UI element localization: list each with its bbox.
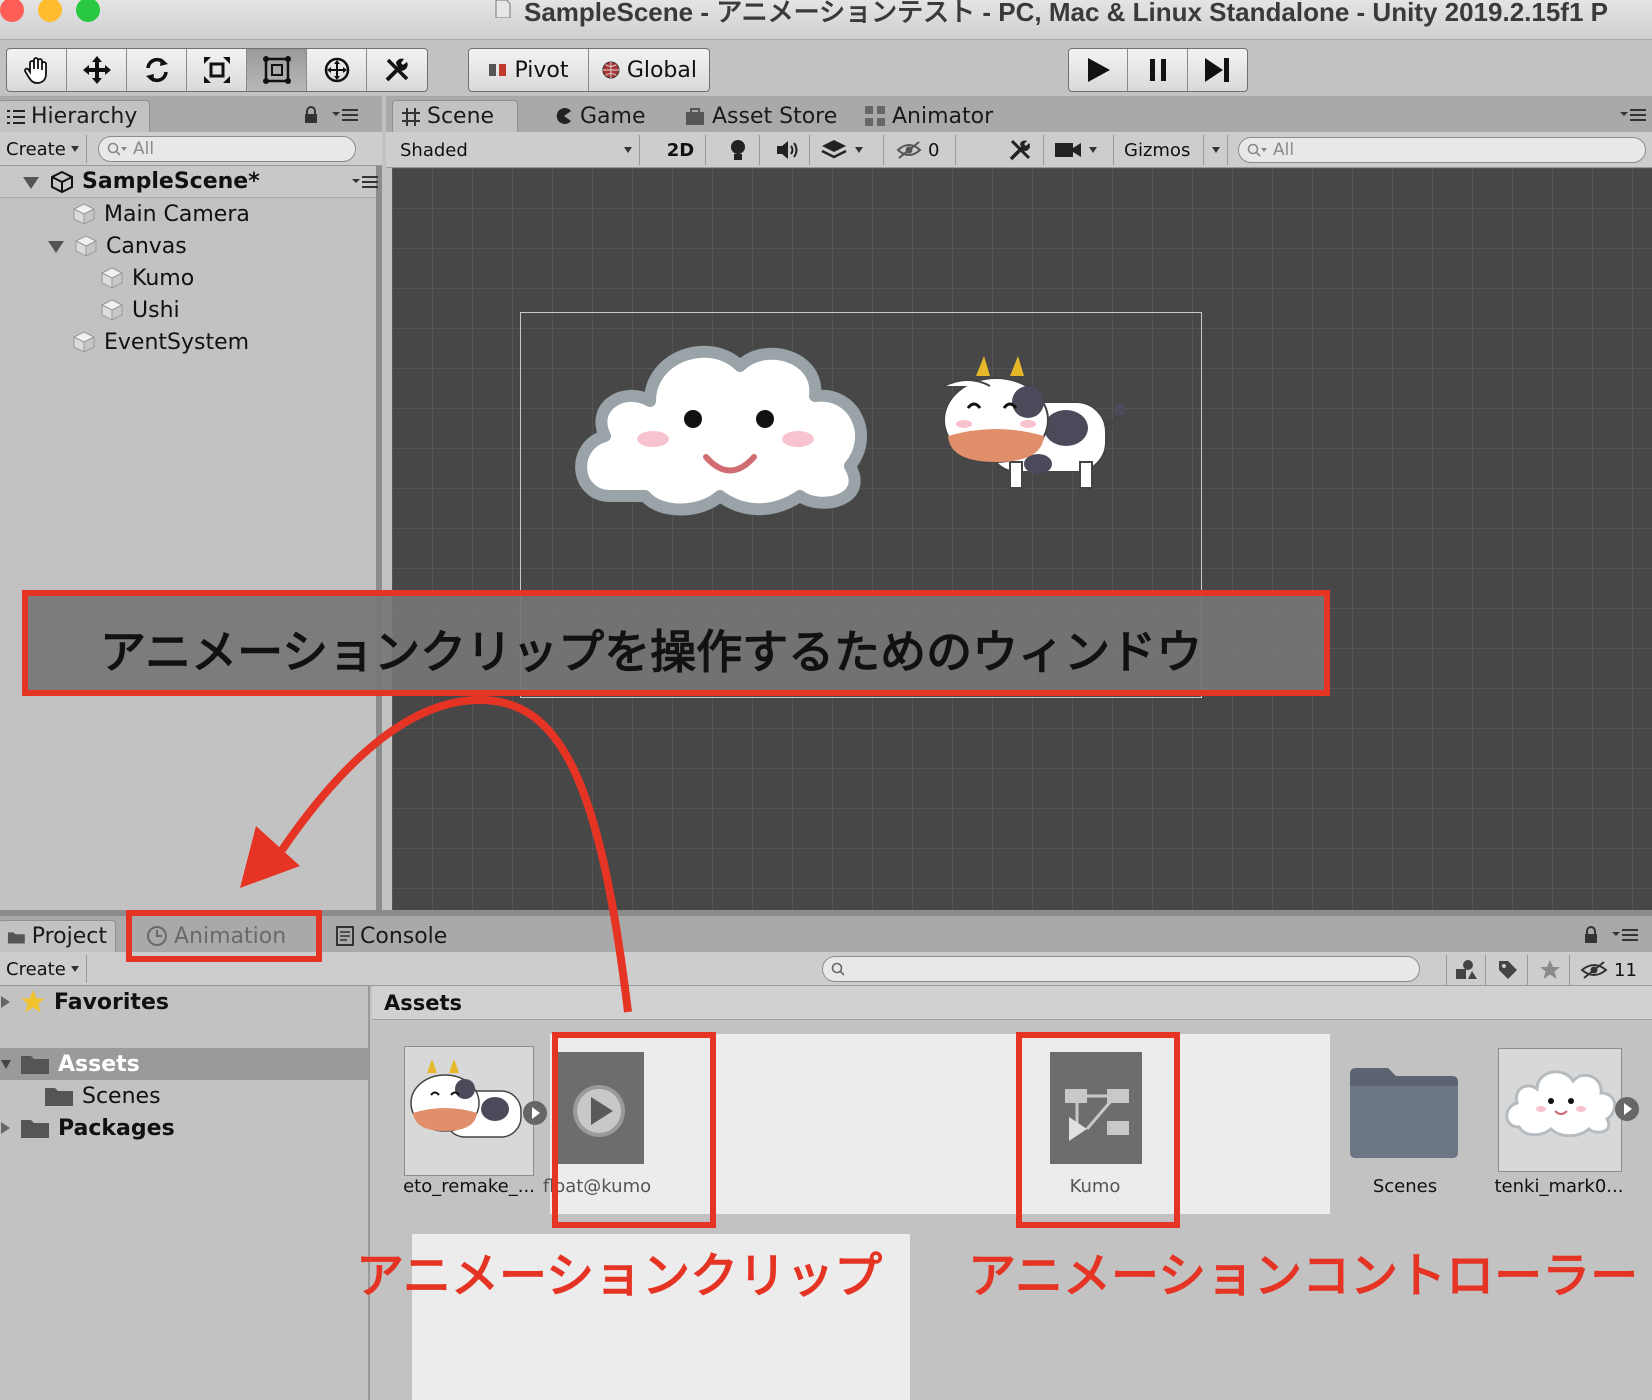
annotation-arrow [240,695,632,1013]
annotation-clip-label: アニメーションクリップ [356,1248,883,1304]
annotation-controller-label: アニメーションコントローラー [968,1248,1639,1304]
